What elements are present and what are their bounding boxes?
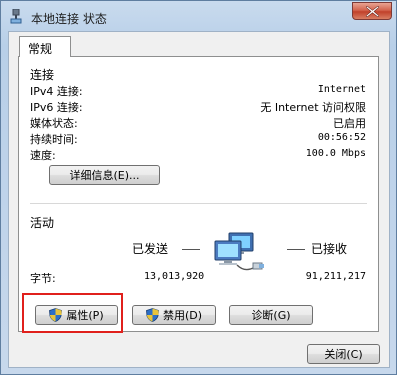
ipv4-label: IPv4 连接: — [30, 85, 83, 98]
status-dialog: 本地连接 状态 常规 连接 IPv4 连接: Internet IPv6 连接:… — [0, 0, 397, 375]
shield-icon — [49, 308, 63, 322]
details-button-label: 详细信息(E)... — [69, 169, 140, 182]
section-divider — [30, 203, 367, 204]
title-bar: 本地连接 状态 — [1, 1, 398, 31]
tab-general-label: 常规 — [28, 42, 53, 56]
bytes-label: 字节: — [30, 272, 56, 285]
properties-button[interactable]: 属性(P) — [35, 305, 118, 325]
window-title: 本地连接 状态 — [31, 12, 107, 26]
tab-general[interactable]: 常规 — [19, 36, 71, 57]
network-adapter-icon — [10, 8, 22, 24]
ipv4-value: Internet — [317, 84, 366, 95]
details-button[interactable]: 详细信息(E)... — [49, 165, 160, 185]
disable-button[interactable]: 禁用(D) — [132, 305, 216, 325]
ipv6-label: IPv6 连接: — [30, 101, 83, 114]
window-close-button[interactable] — [352, 2, 392, 20]
received-dash — [287, 249, 305, 250]
bytes-sent-value: 13,013,920 — [144, 271, 205, 282]
bytes-received-value: 91,211,217 — [305, 271, 366, 282]
dialog-client-area: 常规 连接 IPv4 连接: Internet IPv6 连接: 无 Inter… — [8, 31, 390, 368]
media-state-label: 媒体状态: — [30, 117, 78, 130]
network-computers-icon — [207, 229, 267, 277]
disable-button-label: 禁用(D) — [162, 309, 203, 322]
close-icon — [366, 6, 379, 17]
activity-section-title: 活动 — [30, 216, 55, 230]
properties-button-label: 属性(P) — [66, 309, 104, 322]
sent-label: 已发送 — [132, 242, 169, 256]
speed-label: 速度: — [30, 149, 56, 162]
ipv6-value: 无 Internet 访问权限 — [260, 101, 366, 114]
duration-label: 持续时间: — [30, 133, 78, 146]
received-label: 已接收 — [311, 242, 348, 256]
diagnose-button[interactable]: 诊断(G) — [229, 305, 313, 325]
shield-icon — [146, 308, 159, 322]
duration-value: 00:56:52 — [317, 132, 366, 143]
diagnose-button-label: 诊断(G) — [251, 309, 291, 322]
general-panel: 连接 IPv4 连接: Internet IPv6 连接: 无 Internet… — [18, 56, 379, 332]
connection-section-title: 连接 — [30, 68, 55, 82]
media-state-value: 已启用 — [333, 117, 366, 130]
sent-dash — [182, 249, 200, 250]
close-button-label: 关闭(C) — [324, 348, 363, 361]
speed-value: 100.0 Mbps — [305, 148, 366, 159]
close-button[interactable]: 关闭(C) — [307, 344, 380, 364]
